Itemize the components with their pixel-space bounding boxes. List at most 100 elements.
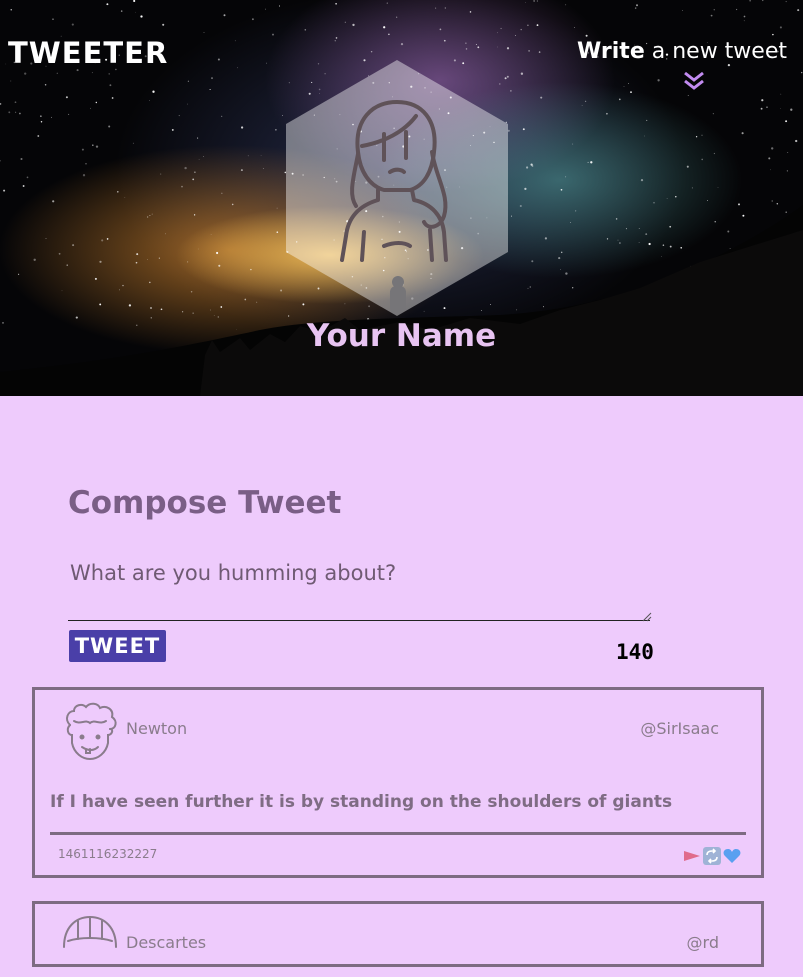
star xyxy=(197,137,199,139)
star xyxy=(727,63,731,67)
user-avatar-icon xyxy=(286,60,508,316)
star xyxy=(352,23,355,27)
tweet-textarea[interactable] xyxy=(68,555,650,621)
star xyxy=(743,15,746,18)
star xyxy=(675,195,677,198)
star xyxy=(265,8,266,10)
star xyxy=(735,8,738,11)
star xyxy=(262,168,264,169)
star xyxy=(99,260,102,263)
star xyxy=(618,98,621,101)
star xyxy=(560,188,563,191)
tweet-timestamp: 1461116232227 xyxy=(58,847,158,861)
star xyxy=(282,115,283,116)
star xyxy=(211,77,213,80)
heart-icon[interactable] xyxy=(723,848,741,864)
star xyxy=(785,211,787,213)
tweet-author-handle: @SirIsaac xyxy=(640,719,719,738)
star xyxy=(565,176,567,178)
star xyxy=(194,171,196,174)
write-new-tweet-link[interactable]: Write a new tweet xyxy=(577,39,787,64)
compose-title: Compose Tweet xyxy=(68,485,342,521)
star xyxy=(10,9,12,11)
star xyxy=(529,286,531,288)
star xyxy=(581,105,583,106)
tweet-divider xyxy=(50,832,746,835)
resize-handle-icon[interactable] xyxy=(642,612,652,622)
star xyxy=(443,39,446,42)
star xyxy=(109,84,112,87)
star xyxy=(779,26,782,29)
star xyxy=(280,289,283,292)
star xyxy=(92,144,94,146)
star xyxy=(606,112,608,115)
star xyxy=(574,27,575,28)
star xyxy=(44,83,47,86)
star xyxy=(762,0,764,2)
star xyxy=(106,3,109,6)
star xyxy=(192,312,194,314)
star xyxy=(236,67,238,69)
tweet-author-name: Newton xyxy=(126,719,188,738)
star xyxy=(439,28,442,31)
star xyxy=(335,37,338,39)
star xyxy=(497,46,498,48)
star xyxy=(531,260,534,263)
tweet-submit-button[interactable]: TWEET xyxy=(69,630,166,662)
star xyxy=(22,185,25,187)
star xyxy=(135,11,136,13)
star xyxy=(203,32,205,34)
star xyxy=(61,290,63,292)
star xyxy=(278,5,281,7)
star xyxy=(533,0,535,2)
star xyxy=(701,134,703,136)
star xyxy=(260,155,262,157)
star xyxy=(477,46,480,49)
star xyxy=(122,284,124,287)
star xyxy=(511,215,512,217)
star xyxy=(638,228,640,229)
star xyxy=(344,21,346,23)
star xyxy=(634,7,637,9)
star xyxy=(178,115,180,117)
star xyxy=(20,157,23,161)
star xyxy=(147,259,148,261)
star xyxy=(151,213,153,215)
star xyxy=(210,234,212,235)
star xyxy=(50,116,53,118)
star xyxy=(766,106,768,108)
star xyxy=(714,221,716,223)
app-logo[interactable]: TWEETER xyxy=(8,36,168,70)
star xyxy=(795,139,798,143)
star xyxy=(528,49,531,52)
star xyxy=(669,245,672,248)
star xyxy=(33,258,36,261)
star xyxy=(120,10,123,12)
star xyxy=(628,83,629,85)
retweet-icon[interactable] xyxy=(703,847,721,865)
star xyxy=(128,304,132,307)
star xyxy=(234,40,236,42)
star xyxy=(198,159,200,160)
star xyxy=(220,306,223,308)
flag-icon[interactable] xyxy=(683,849,701,863)
star xyxy=(213,315,215,316)
star xyxy=(82,174,86,177)
star xyxy=(681,9,683,11)
star xyxy=(187,80,190,82)
star xyxy=(638,242,640,244)
star xyxy=(133,0,136,3)
star xyxy=(772,33,774,36)
star xyxy=(272,33,274,36)
double-chevron-down-icon[interactable] xyxy=(683,70,705,92)
star xyxy=(193,214,196,216)
tweet-actions xyxy=(683,847,741,865)
tweet-author-name: Descartes xyxy=(126,933,207,952)
star xyxy=(19,112,21,115)
star xyxy=(209,309,211,311)
star xyxy=(181,311,184,313)
star xyxy=(465,42,467,44)
star xyxy=(240,126,244,129)
star xyxy=(304,29,307,31)
star xyxy=(761,99,764,102)
